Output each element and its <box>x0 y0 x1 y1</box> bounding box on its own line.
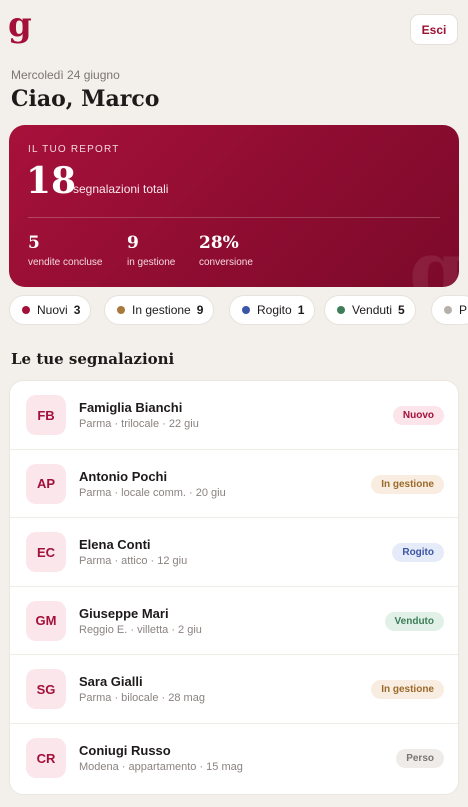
list-item[interactable]: CR Coniugi Russo Modena · appartamento ·… <box>10 724 458 793</box>
item-meta: Parma · trilocale · 22 giu <box>79 418 199 430</box>
section-title: Le tue segnalazioni <box>11 350 175 368</box>
item-name: Coniugi Russo <box>79 743 171 758</box>
list-item[interactable]: GM Giuseppe Mari Reggio E. · villetta · … <box>10 587 458 656</box>
status-dot-icon <box>444 306 452 314</box>
status-badge: Venduto <box>384 611 444 631</box>
list-item[interactable]: FB Famiglia Bianchi Parma · trilocale · … <box>10 381 458 450</box>
current-date: Mercoledì 24 giugno <box>11 68 120 82</box>
avatar: AP <box>26 463 66 504</box>
referrals-list: FB Famiglia Bianchi Parma · trilocale · … <box>9 380 459 795</box>
stat-value: 5 <box>28 233 40 253</box>
status-badge: In gestione <box>371 680 444 700</box>
filter-label: Rogito <box>257 303 292 317</box>
status-filter-bar: Nuovi 3 In gestione 9 Rogito 1 Venduti 5… <box>9 295 468 325</box>
filter-label: Venduti <box>352 303 393 317</box>
status-badge: Perso <box>396 749 444 768</box>
stat-conversion: 28% conversione <box>199 233 253 268</box>
filter-label: Nuovi <box>37 303 68 317</box>
avatar: SG <box>26 669 66 710</box>
filter-chip-in-gestione[interactable]: In gestione 9 <box>104 295 215 325</box>
filter-count: 3 <box>73 303 81 317</box>
app-header: g Esci <box>0 0 468 60</box>
filter-count: 1 <box>297 303 305 317</box>
stat-label: conversione <box>199 257 253 268</box>
report-card: g IL TUO REPORT 18 segnalazioni totali 5… <box>9 125 459 287</box>
item-name: Sara Gialli <box>79 674 143 690</box>
item-name: Giuseppe Mari <box>79 605 169 621</box>
stat-label: in gestione <box>127 257 176 268</box>
stat-in-progress: 9 in gestione <box>127 233 175 268</box>
item-name: Elena Conti <box>79 537 151 553</box>
brand-logo: g <box>8 5 32 45</box>
filter-count: 5 <box>398 303 405 317</box>
logout-button[interactable]: Esci <box>410 14 458 45</box>
stat-label: vendite concluse <box>28 257 103 268</box>
stat-value: 28% <box>199 233 239 253</box>
status-dot-icon <box>22 306 30 314</box>
item-name: Famiglia Bianchi <box>79 400 183 415</box>
status-dot-icon <box>117 306 125 314</box>
status-dot-icon <box>242 306 250 314</box>
stat-sales: 5 vendite concluse <box>28 233 103 268</box>
avatar: GM <box>26 600 66 641</box>
filter-label: In gestione <box>132 303 191 317</box>
status-badge: In gestione <box>371 474 444 494</box>
item-meta: Reggio E. · villetta · 2 giu <box>79 623 202 636</box>
filter-chip-venduti[interactable]: Venduti 5 <box>324 295 416 325</box>
item-meta: Parma · bilocale · 28 mag <box>79 692 205 705</box>
status-dot-icon <box>337 306 345 314</box>
status-badge: Rogito <box>392 543 444 563</box>
avatar: EC <box>26 532 66 573</box>
report-total-label: segnalazioni totali <box>73 182 169 196</box>
filter-chip-rogito[interactable]: Rogito 1 <box>229 295 316 325</box>
avatar: FB <box>26 395 66 435</box>
report-label: IL TUO REPORT <box>28 144 120 155</box>
filter-count: 9 <box>196 303 204 317</box>
filter-chip-persi[interactable]: P <box>431 295 468 325</box>
report-watermark: g <box>409 223 459 287</box>
stat-value: 9 <box>127 233 139 253</box>
filter-chip-nuovi[interactable]: Nuovi 3 <box>9 295 92 325</box>
filter-label: P <box>459 303 468 317</box>
item-meta: Modena · appartamento · 15 mag <box>79 761 243 773</box>
list-item[interactable]: EC Elena Conti Parma · attico · 12 giu R… <box>10 518 458 587</box>
item-name: Antonio Pochi <box>79 468 168 484</box>
status-badge: Nuovo <box>392 406 444 425</box>
report-divider <box>28 217 440 218</box>
report-total: 18 <box>26 160 77 202</box>
item-meta: Parma · locale comm. · 20 giu <box>79 486 226 499</box>
list-item[interactable]: AP Antonio Pochi Parma · locale comm. · … <box>10 450 458 519</box>
avatar: CR <box>26 738 66 778</box>
item-meta: Parma · attico · 12 giu <box>79 555 188 568</box>
greeting-title: Ciao, Marco <box>11 86 160 112</box>
list-item[interactable]: SG Sara Gialli Parma · bilocale · 28 mag… <box>10 655 458 724</box>
